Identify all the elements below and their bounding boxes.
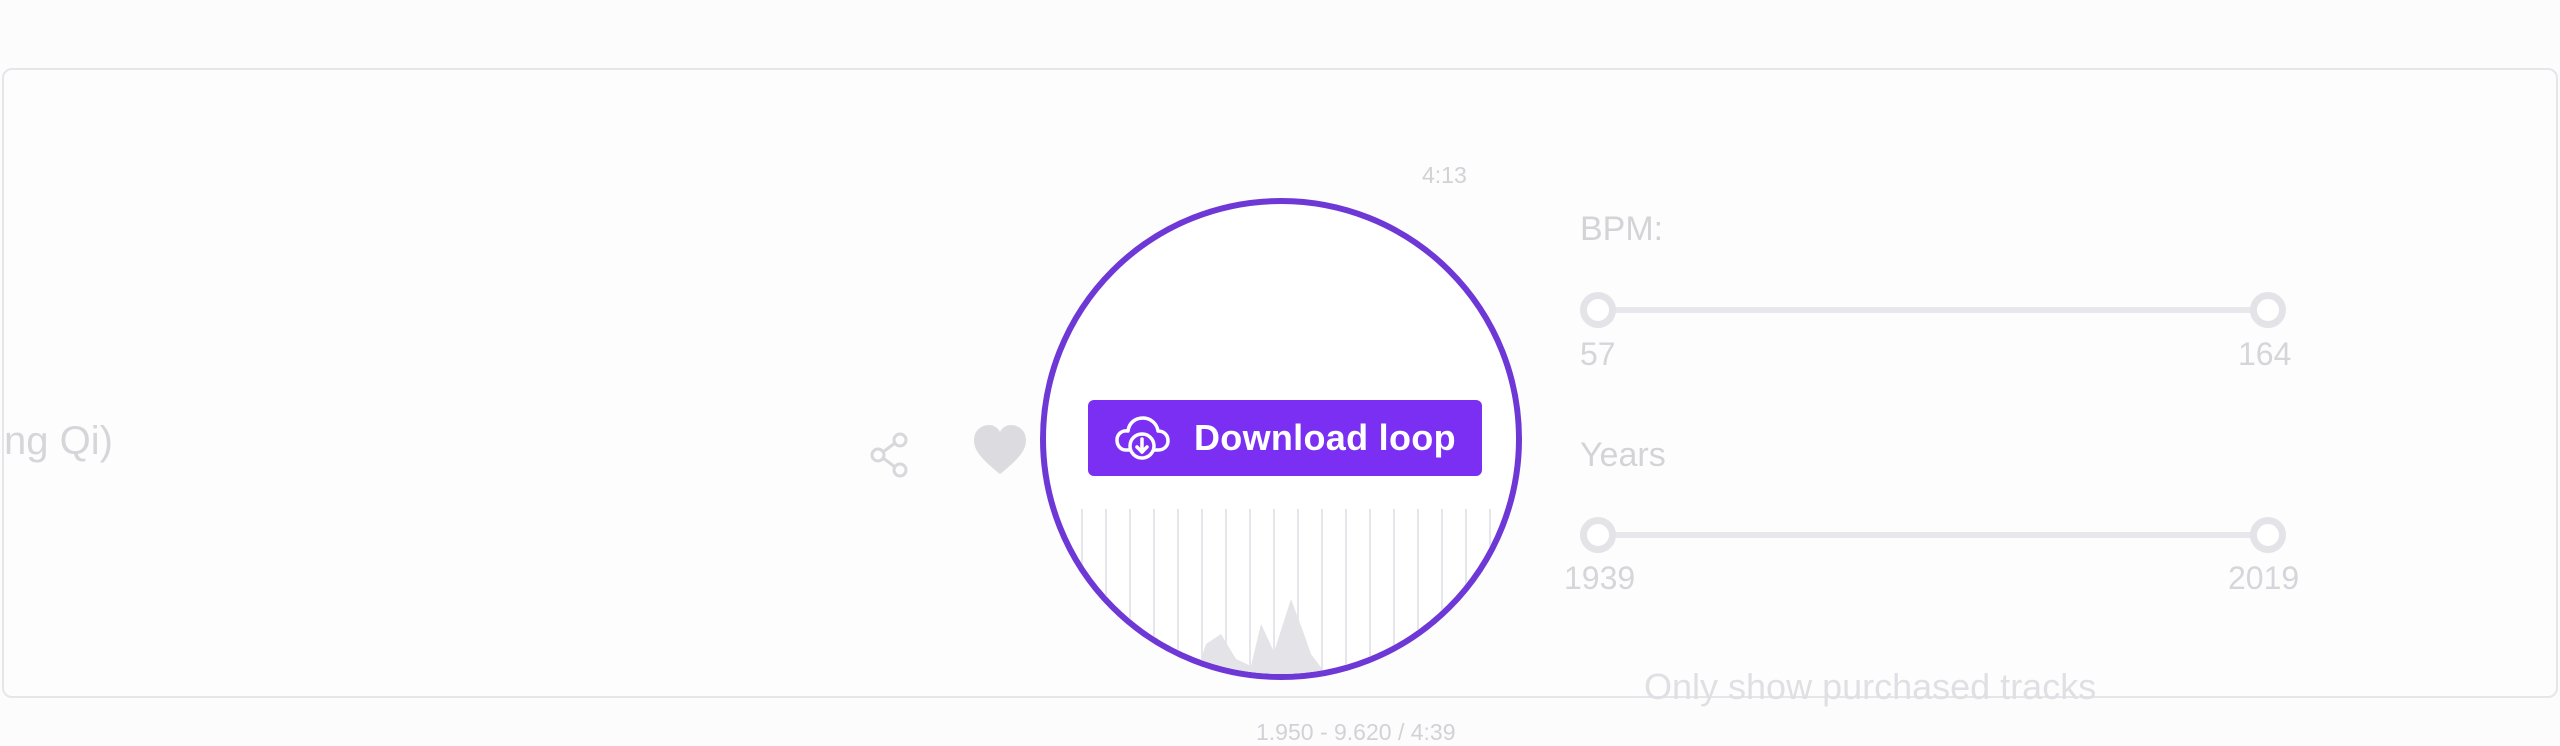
years-label: Years <box>1580 436 1666 474</box>
download-loop-button[interactable]: Download loop <box>1088 400 1482 476</box>
years-min-value: 1939 <box>1564 560 1636 596</box>
track-title[interactable]: ng Qi) <box>4 406 113 476</box>
bpm-min-handle[interactable] <box>1580 292 1616 328</box>
years-max-handle[interactable] <box>2250 517 2286 553</box>
cloud-download-icon <box>1112 410 1172 466</box>
track-card: ng Qi) 4:13 1.950 - 9.620 / 4:39 Downloa… <box>2 68 2558 745</box>
bpm-max-value: 164 <box>2238 336 2292 372</box>
bpm-label: BPM: <box>1580 210 1664 248</box>
track-duration: 4:13 <box>1422 162 1467 188</box>
zoom-highlight: Download loop <box>1040 198 1522 680</box>
loop-range-time: 1.950 - 9.620 / 4:39 <box>1256 719 1456 745</box>
years-range-track[interactable] <box>1598 532 2268 538</box>
bpm-range-track[interactable] <box>1598 307 2268 313</box>
bpm-min-value: 57 <box>1580 336 1616 372</box>
favorite-button[interactable] <box>970 422 1030 478</box>
years-min-handle[interactable] <box>1580 517 1616 553</box>
purchased-only-toggle[interactable]: Only show purchased tracks <box>1644 666 2096 708</box>
heart-icon <box>974 425 1026 474</box>
share-button[interactable] <box>866 430 916 480</box>
share-icon <box>870 432 908 478</box>
years-max-value: 2019 <box>2228 560 2300 596</box>
bpm-max-handle[interactable] <box>2250 292 2286 328</box>
download-loop-label: Download loop <box>1194 417 1456 458</box>
